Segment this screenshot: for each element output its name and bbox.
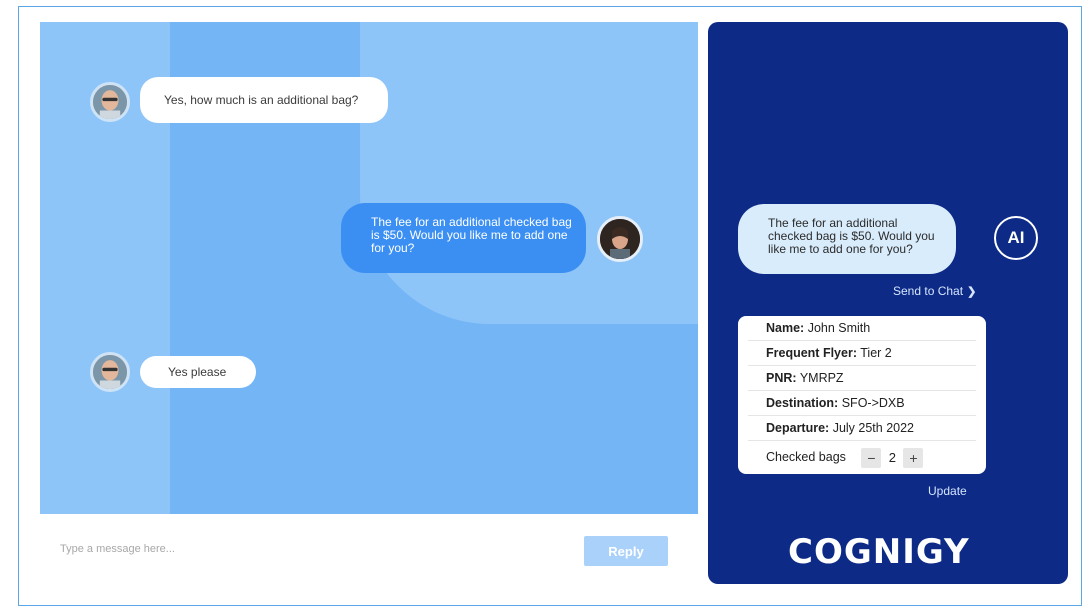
message-composer: Reply — [40, 514, 698, 586]
customer-avatar — [90, 82, 130, 122]
decrement-button[interactable]: − — [861, 447, 882, 468]
info-row-departure: Departure: July 25th 2022 — [748, 416, 976, 441]
customer-info-card: Name: John Smith Frequent Flyer: Tier 2 … — [738, 316, 986, 474]
info-value: YMRPZ — [799, 371, 844, 385]
increment-button[interactable]: + — [903, 447, 924, 468]
background-decoration — [360, 22, 698, 324]
message-bubble-customer: Yes please — [140, 356, 256, 388]
send-to-chat-label: Send to Chat — [893, 284, 964, 298]
update-button[interactable]: Update — [928, 484, 967, 498]
checked-bags-label: Checked bags — [766, 450, 846, 464]
ai-logo-icon: AI — [994, 216, 1038, 260]
agent-avatar — [597, 216, 643, 262]
info-label: Name: — [766, 321, 805, 335]
message-bubble-agent: The fee for an additional checked bag is… — [341, 203, 586, 273]
chat-panel: Yes, how much is an additional bag? The … — [40, 22, 698, 514]
info-label: PNR: — [766, 371, 797, 385]
message-input[interactable] — [58, 540, 362, 558]
info-row-name: Name: John Smith — [748, 316, 976, 341]
ai-suggestion-bubble: The fee for an additional checked bag is… — [738, 204, 956, 274]
info-value: John Smith — [807, 321, 871, 335]
checked-bags-value: 2 — [888, 449, 897, 465]
info-row-destination: Destination: SFO->DXB — [748, 391, 976, 416]
send-to-chat-link[interactable]: Send to Chat ❯ — [893, 284, 976, 298]
info-value: SFO->DXB — [841, 396, 905, 410]
info-value: July 25th 2022 — [832, 421, 915, 435]
info-label: Departure: — [766, 421, 830, 435]
info-row-frequent-flyer: Frequent Flyer: Tier 2 — [748, 341, 976, 366]
checked-bags-stepper: − 2 + — [861, 442, 924, 474]
cognigy-logo: COGNIGY — [788, 532, 970, 572]
reply-button[interactable]: Reply — [584, 536, 668, 566]
chevron-right-icon: ❯ — [967, 286, 977, 298]
info-row-pnr: PNR: YMRPZ — [748, 366, 976, 391]
customer-avatar — [90, 352, 130, 392]
message-bubble-customer: Yes, how much is an additional bag? — [140, 77, 388, 123]
info-label: Destination: — [766, 396, 839, 410]
ai-assistant-panel: The fee for an additional checked bag is… — [708, 22, 1068, 584]
info-row-checked-bags: Checked bags − 2 + — [748, 441, 976, 473]
info-value: Tier 2 — [860, 346, 892, 360]
info-label: Frequent Flyer: — [766, 346, 857, 360]
